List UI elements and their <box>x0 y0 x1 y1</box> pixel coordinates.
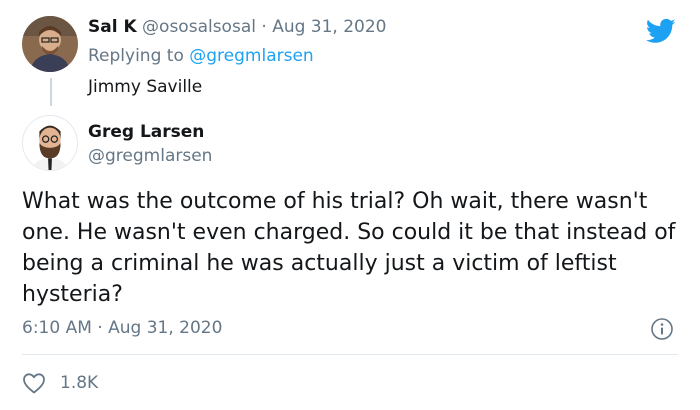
like-button[interactable]: 1.8K <box>22 370 98 396</box>
sal-k-avatar[interactable] <box>22 16 78 72</box>
greg-larsen-avatar-image <box>23 116 77 170</box>
parent-date[interactable]: Aug 31, 2020 <box>272 17 386 37</box>
tweet-time[interactable]: 6:10 AM <box>22 318 92 338</box>
parent-tweet-text: Jimmy Saville <box>88 77 203 97</box>
main-author-handle[interactable]: @gregmlarsen <box>88 146 212 166</box>
parent-author-handle[interactable]: @ososalsosal <box>142 17 256 37</box>
replying-to-label: Replying to <box>88 46 184 66</box>
info-icon[interactable] <box>650 317 674 341</box>
heart-icon <box>22 372 46 394</box>
like-count: 1.8K <box>60 373 99 393</box>
tweet-time-separator: · <box>97 318 103 338</box>
main-author-name[interactable]: Greg Larsen <box>88 122 204 142</box>
parent-date-separator: · <box>261 17 267 37</box>
greg-larsen-avatar[interactable] <box>22 115 78 171</box>
twitter-bird-icon[interactable] <box>644 16 678 46</box>
sal-k-avatar-image <box>22 16 78 72</box>
main-tweet-text: What was the outcome of his trial? Oh wa… <box>22 189 676 307</box>
thread-connector-line <box>50 78 52 106</box>
parent-author-name[interactable]: Sal K <box>88 17 137 37</box>
replying-to-handle[interactable]: @gregmlarsen <box>189 46 313 66</box>
tweet-divider <box>22 354 678 355</box>
tweet-date[interactable]: Aug 31, 2020 <box>108 318 222 338</box>
